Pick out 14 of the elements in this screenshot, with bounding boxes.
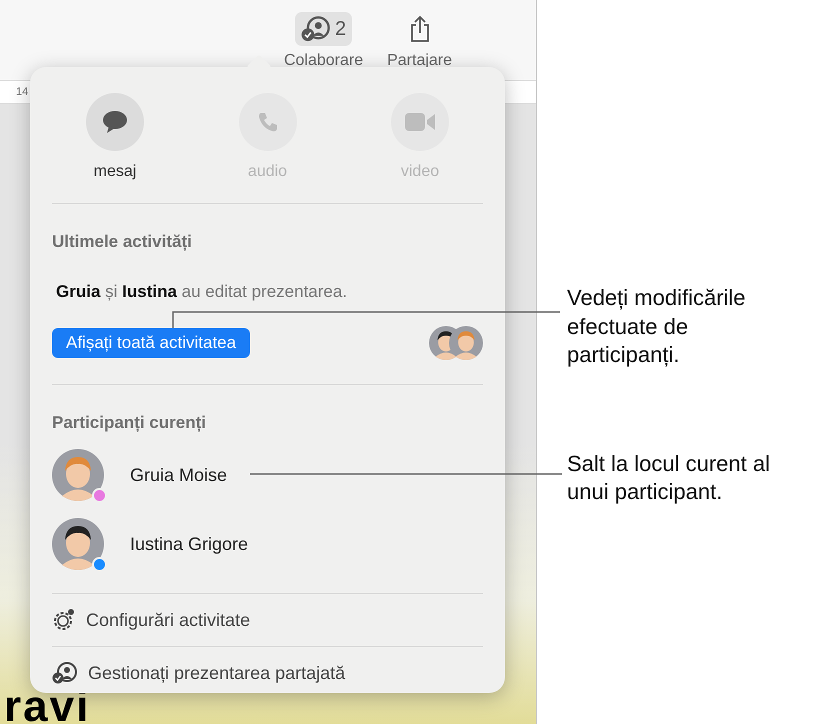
participant-name[interactable]: Iustina Grigore xyxy=(130,534,248,554)
toolbar-label: Partajare xyxy=(387,52,452,70)
show-activity-button[interactable]: Afișați toată activitatea xyxy=(52,328,250,358)
callout-text: Salt la locul curent al unui participant. xyxy=(567,450,771,506)
slide-text: ravi xyxy=(3,688,90,724)
participant-count: 2 xyxy=(334,18,346,40)
activity-summary: Gruia și Iustina au editat prezentarea. xyxy=(55,281,348,302)
section-heading: Ultimele activități xyxy=(52,231,193,252)
menu-item[interactable]: Configurări activitate xyxy=(52,594,483,646)
toolbar-button[interactable]: Partajare xyxy=(387,12,452,80)
callout-text: Vedeți modificările efectuate de participanți. xyxy=(567,284,747,370)
section-heading: Participanți curenți xyxy=(52,412,207,433)
participant-name[interactable]: Gruia Moise xyxy=(130,464,228,486)
toolbar-label: Colaborare xyxy=(284,52,364,70)
